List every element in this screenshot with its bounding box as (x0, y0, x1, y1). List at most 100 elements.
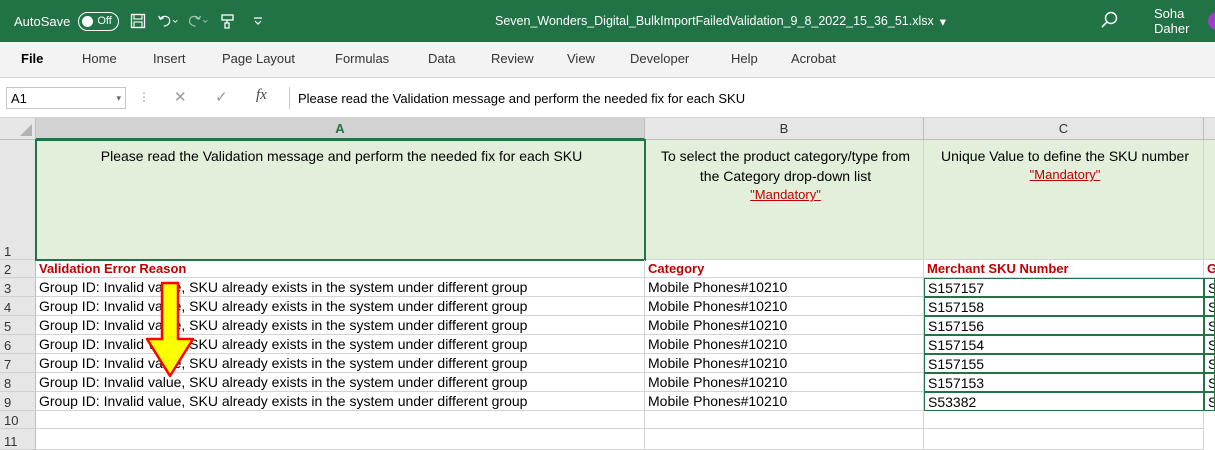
insert-function-icon[interactable]: fx (256, 87, 267, 104)
customize-toolbar-icon[interactable] (247, 10, 269, 32)
cell-empty[interactable] (645, 411, 924, 429)
cell-reason[interactable]: Group ID: Invalid value, SKU already exi… (36, 335, 645, 354)
tab-view[interactable]: View (567, 51, 595, 66)
cell-d[interactable]: S (1204, 354, 1215, 373)
autosave-label: AutoSave (14, 13, 71, 29)
row-header[interactable]: 3 (0, 278, 36, 297)
cell-reason[interactable]: Group ID: Invalid value, SKU already exi… (36, 316, 645, 335)
cell-c1[interactable]: Unique Value to define the SKU number "M… (924, 140, 1204, 260)
row-header[interactable]: 8 (0, 373, 36, 392)
cell-reason[interactable]: Group ID: Invalid value, SKU already exi… (36, 392, 645, 411)
cell-category[interactable]: Mobile Phones#10210 (645, 335, 924, 354)
undo-icon[interactable] (157, 10, 179, 32)
file-name: Seven_Wonders_Digital_BulkImportFailedVa… (495, 14, 934, 28)
formula-input[interactable]: Please read the Validation message and p… (289, 87, 1209, 109)
cell-reason[interactable]: Group ID: Invalid value, SKU already exi… (36, 278, 645, 297)
cell-sku[interactable]: S53382 (924, 392, 1204, 411)
cell-category[interactable]: Mobile Phones#10210 (645, 392, 924, 411)
cell-d[interactable]: S (1204, 392, 1215, 411)
mandatory-label: "Mandatory" (1029, 167, 1101, 182)
ribbon-tabs: File Home Insert Page Layout Formulas Da… (0, 42, 1215, 78)
cell-d[interactable]: S (1204, 316, 1215, 335)
cell-a2[interactable]: Validation Error Reason (36, 260, 645, 278)
row-header[interactable]: 5 (0, 316, 36, 335)
formula-bar: A1 ▾ ⋮ ✕ ✓ fx Please read the Validation… (0, 78, 1215, 118)
tab-data[interactable]: Data (428, 51, 455, 66)
cell-reason[interactable]: Group ID: Invalid value, SKU already exi… (36, 373, 645, 392)
cell-b1[interactable]: To select the product category/type from… (645, 140, 924, 260)
cell-sku[interactable]: S157157 (924, 278, 1204, 297)
tab-acrobat[interactable]: Acrobat (791, 51, 836, 66)
mandatory-label: "Mandatory" (750, 187, 821, 202)
cell-d[interactable]: S (1204, 373, 1215, 392)
cell-category[interactable]: Mobile Phones#10210 (645, 297, 924, 316)
cell-sku[interactable]: S157153 (924, 373, 1204, 392)
tab-formulas[interactable]: Formulas (335, 51, 389, 66)
column-header-c[interactable]: C (924, 118, 1204, 140)
autosave-state: Off (97, 15, 112, 27)
column-header-b[interactable]: B (645, 118, 924, 140)
row-header[interactable]: 4 (0, 297, 36, 316)
cell-d2[interactable]: G (1204, 260, 1215, 278)
down-arrow-annotation-icon (145, 281, 195, 378)
column-header-d[interactable] (1204, 118, 1215, 140)
cell-c2[interactable]: Merchant SKU Number (924, 260, 1204, 278)
cell-d[interactable]: S (1204, 297, 1215, 316)
tab-home[interactable]: Home (82, 51, 117, 66)
cell-category[interactable]: Mobile Phones#10210 (645, 278, 924, 297)
cancel-icon[interactable]: ✕ (174, 88, 187, 106)
row-header[interactable]: 9 (0, 392, 36, 411)
column-header-a[interactable]: A (36, 118, 645, 140)
cell-sku[interactable]: S157154 (924, 335, 1204, 354)
toggle-knob (82, 15, 94, 27)
row-header[interactable]: 1 (0, 140, 36, 260)
enter-icon[interactable]: ✓ (215, 88, 228, 106)
row-header[interactable]: 11 (0, 429, 36, 450)
row-header[interactable]: 10 (0, 411, 36, 429)
cell-reason[interactable]: Group ID: Invalid value, SKU already exi… (36, 297, 645, 316)
cell-category[interactable]: Mobile Phones#10210 (645, 373, 924, 392)
row-header[interactable]: 7 (0, 354, 36, 373)
search-icon[interactable] (1100, 10, 1120, 33)
cell-empty[interactable] (645, 429, 924, 450)
cell-empty[interactable] (36, 411, 645, 429)
cell-category[interactable]: Mobile Phones#10210 (645, 354, 924, 373)
autosave-toggle[interactable]: Off (78, 11, 119, 31)
tab-developer[interactable]: Developer (630, 51, 689, 66)
save-icon[interactable] (127, 10, 149, 32)
cell-d[interactable]: S (1204, 278, 1215, 297)
cell-reason[interactable]: Group ID: Invalid value, SKU already exi… (36, 354, 645, 373)
cells-area: Please read the Validation message and p… (35, 139, 1215, 450)
cell-category[interactable]: Mobile Phones#10210 (645, 316, 924, 335)
cell-d[interactable]: S (1204, 335, 1215, 354)
user-name[interactable]: Soha Daher (1154, 0, 1215, 42)
tab-page-layout[interactable]: Page Layout (222, 51, 295, 66)
tab-help[interactable]: Help (731, 51, 758, 66)
select-all-button[interactable] (0, 118, 36, 140)
cell-sku[interactable]: S157158 (924, 297, 1204, 316)
document-title[interactable]: Seven_Wonders_Digital_BulkImportFailedVa… (495, 0, 946, 42)
tab-insert[interactable]: Insert (153, 51, 186, 66)
cell-empty[interactable] (924, 411, 1204, 429)
cell-empty[interactable] (924, 429, 1204, 450)
cell-d1[interactable] (1204, 140, 1215, 260)
cell-a1-text: Please read the Validation message and p… (100, 148, 583, 164)
name-box-value: A1 (11, 90, 27, 106)
cell-empty[interactable] (36, 429, 645, 450)
cell-a1[interactable]: Please read the Validation message and p… (36, 140, 645, 260)
chevron-down-icon: ▾ (939, 14, 947, 29)
name-box[interactable]: A1 ▾ (6, 87, 126, 109)
format-painter-icon[interactable] (217, 10, 239, 32)
cell-sku[interactable]: S157156 (924, 316, 1204, 335)
chevron-down-icon[interactable]: ▾ (116, 93, 121, 104)
cell-sku[interactable]: S157155 (924, 354, 1204, 373)
tab-review[interactable]: Review (491, 51, 534, 66)
row-header[interactable]: 6 (0, 335, 36, 354)
more-options-icon: ⋮ (138, 90, 150, 104)
quick-access-toolbar: AutoSave Off (0, 10, 269, 32)
redo-icon[interactable] (187, 10, 209, 32)
cell-b2[interactable]: Category (645, 260, 924, 278)
row-header[interactable]: 2 (0, 260, 36, 278)
cell-c1-text: Unique Value to define the SKU number (940, 148, 1189, 164)
tab-file[interactable]: File (21, 51, 43, 66)
